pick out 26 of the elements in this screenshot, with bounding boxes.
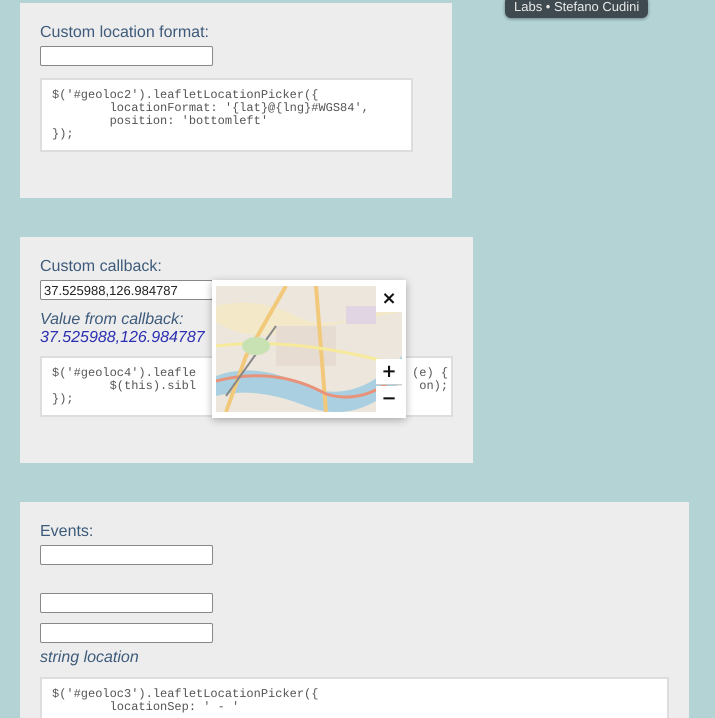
input-field[interactable]: [40, 593, 213, 613]
note-text: string location: [40, 649, 140, 667]
code-line: $(this).sibl: [108, 380, 196, 393]
code-line: position: 'bottomleft': [108, 115, 268, 128]
code-line: $('#geoloc4').leafle: [52, 367, 196, 380]
input-field[interactable]: 37.525988,126.984787: [40, 280, 213, 300]
code-line: $('#geoloc2').leafletLocationPicker({: [52, 89, 318, 102]
zoom-out-button[interactable]: −: [376, 386, 402, 412]
code-line: $('#geoloc3').leafletLocationPicker({: [52, 688, 318, 701]
input-field[interactable]: [40, 545, 213, 565]
code-line: locationFormat: '{lat}@{lng}#WGS84',: [108, 102, 369, 115]
code-line: (e) {: [412, 367, 448, 380]
author-badge[interactable]: Labs • Stefano Cudini: [505, 0, 648, 18]
section-label: Custom callback:: [40, 257, 163, 277]
code-line: });: [52, 128, 74, 141]
code-line: locationSep: ' - ': [108, 701, 240, 714]
section-label: Events:: [40, 522, 94, 542]
section-label: Custom location format:: [40, 23, 210, 43]
code-line: });: [52, 393, 74, 406]
code-line: on);: [419, 380, 448, 393]
zoom-in-button[interactable]: +: [376, 359, 402, 385]
result-value: 37.525988,126.984787: [40, 329, 206, 347]
result-label: Value from callback:: [40, 311, 184, 329]
input-field[interactable]: [40, 46, 213, 66]
input-field[interactable]: [40, 623, 213, 643]
close-button[interactable]: ×: [376, 286, 402, 312]
